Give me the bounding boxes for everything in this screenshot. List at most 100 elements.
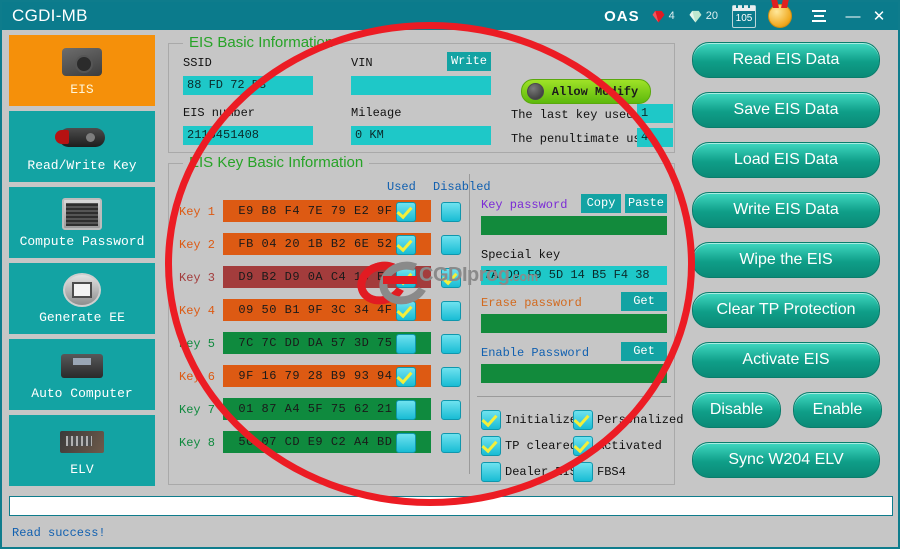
key-disabled-checkbox[interactable] xyxy=(441,400,461,420)
eis-basic-information-group: EIS Basic Information SSID 88 FD 72 D3 V… xyxy=(168,34,675,153)
wipe-the-eis-button[interactable]: Wipe the EIS xyxy=(692,242,880,278)
status-flag-checkbox[interactable] xyxy=(573,436,593,456)
paste-button[interactable]: Paste xyxy=(625,194,667,213)
key-disabled-checkbox[interactable] xyxy=(441,334,461,354)
status-flag-checkbox[interactable] xyxy=(573,410,593,430)
red-diamond-icon xyxy=(652,10,665,22)
key-disabled-checkbox[interactable] xyxy=(441,367,461,387)
key-disabled-checkbox[interactable] xyxy=(441,268,461,288)
used-column-header: Used xyxy=(387,180,416,194)
key-disabled-checkbox[interactable] xyxy=(441,235,461,255)
special-key-field[interactable]: 7A D9 F9 5D 14 B5 F4 38 xyxy=(481,266,667,285)
penultimate-used-field[interactable]: 4 xyxy=(637,128,673,147)
erase-password-get-button[interactable]: Get xyxy=(621,292,667,311)
erase-password-label: Erase password xyxy=(481,296,582,310)
key-row: Key 4 09 50 B1 9F 3C 34 4F 78 xyxy=(179,299,479,325)
disable-enable-row: Disable Enable xyxy=(692,392,892,428)
sidebar-item-eis[interactable]: EIS xyxy=(9,35,155,106)
penultimate-used-label: The penultimate used xyxy=(511,132,656,146)
hamburger-menu-icon[interactable] xyxy=(806,6,832,26)
save-eis-data-button[interactable]: Save EIS Data xyxy=(692,92,880,128)
calendar-ring-right xyxy=(748,3,750,8)
enable-password-field[interactable] xyxy=(481,364,667,383)
key-used-checkbox[interactable] xyxy=(396,202,416,222)
key-disabled-checkbox[interactable] xyxy=(441,202,461,222)
disabled-column-header: Disabled xyxy=(433,180,491,194)
key-used-checkbox[interactable] xyxy=(396,301,416,321)
status-flag-label: FBS4 xyxy=(597,465,626,479)
status-flag-checkbox[interactable] xyxy=(573,462,593,482)
sidebar-item-auto-computer[interactable]: Auto Computer xyxy=(9,339,155,410)
status-flag-label: Activated xyxy=(597,439,662,453)
key-used-checkbox[interactable] xyxy=(396,235,416,255)
status-flag-label: Dealer EIS xyxy=(505,465,578,479)
eis-module-icon xyxy=(62,45,102,79)
group-title: EIS Key Basic Information xyxy=(183,154,370,171)
car-key-icon xyxy=(55,121,105,155)
calendar-counter[interactable]: 105 xyxy=(732,3,756,28)
key-label: Key 2 xyxy=(179,238,216,252)
write-vin-button[interactable]: Write xyxy=(447,52,491,71)
medal-icon[interactable] xyxy=(768,4,792,28)
green-diamond-icon xyxy=(689,10,702,22)
key-disabled-checkbox[interactable] xyxy=(441,433,461,453)
status-message: Read success! xyxy=(12,526,106,540)
ssid-field[interactable]: 88 FD 72 D3 xyxy=(183,76,313,95)
green-gem-counter[interactable]: 20 xyxy=(689,10,718,23)
clear-tp-protection-button[interactable]: Clear TP Protection xyxy=(692,292,880,328)
read-eis-data-button[interactable]: Read EIS Data xyxy=(692,42,880,78)
sidebar-item-elv[interactable]: ELV xyxy=(9,415,155,486)
red-gem-counter[interactable]: 4 xyxy=(652,10,675,23)
status-flag-checkbox[interactable] xyxy=(481,462,501,482)
write-eis-data-button[interactable]: Write EIS Data xyxy=(692,192,880,228)
action-button-column: Read EIS Data Save EIS Data Load EIS Dat… xyxy=(692,42,892,492)
eis-number-label: EIS number xyxy=(183,106,256,120)
sidebar-item-read-write-key[interactable]: Read/Write Key xyxy=(9,111,155,182)
activate-eis-button[interactable]: Activate EIS xyxy=(692,342,880,378)
close-button[interactable]: ✕ xyxy=(866,7,892,25)
key-password-field[interactable] xyxy=(481,216,667,235)
last-key-used-field[interactable]: 1 xyxy=(637,104,673,123)
mileage-field[interactable]: 0 KM xyxy=(351,126,491,145)
status-flag-label: Personalized xyxy=(597,413,684,427)
key-used-checkbox[interactable] xyxy=(396,268,416,288)
allow-modify-label: Allow Modify xyxy=(551,84,639,99)
key-used-checkbox[interactable] xyxy=(396,400,416,420)
minimize-button[interactable]: — xyxy=(840,8,866,25)
eis-key-basic-information-group: EIS Key Basic Information Used Disabled … xyxy=(168,154,683,485)
key-label: Key 5 xyxy=(179,337,216,351)
vin-field[interactable] xyxy=(351,76,491,95)
key-row: Key 6 9F 16 79 28 B9 93 94 69 xyxy=(179,365,479,391)
allow-modify-led-icon xyxy=(527,83,544,100)
app-title: CGDI-MB xyxy=(12,6,88,25)
sidebar-item-compute-password[interactable]: Compute Password xyxy=(9,187,155,258)
disable-button[interactable]: Disable xyxy=(692,392,781,428)
title-bar: CGDI-MB OAS 4 20 105 — ✕ xyxy=(2,2,898,30)
key-row: Key 8 5C 07 CD E9 C2 A4 BD D7 xyxy=(179,431,479,457)
sidebar-item-label: EIS xyxy=(70,81,94,97)
key-used-checkbox[interactable] xyxy=(396,433,416,453)
key-used-checkbox[interactable] xyxy=(396,334,416,354)
key-used-checkbox[interactable] xyxy=(396,367,416,387)
load-eis-data-button[interactable]: Load EIS Data xyxy=(692,142,880,178)
status-flag-checkbox[interactable] xyxy=(481,410,501,430)
sidebar-item-generate-ee[interactable]: Generate EE xyxy=(9,263,155,334)
enable-button[interactable]: Enable xyxy=(793,392,882,428)
copy-button[interactable]: Copy xyxy=(581,194,621,213)
sync-w204-elv-button[interactable]: Sync W204 ELV xyxy=(692,442,880,478)
key-row: Key 5 7C 7C DD DA 57 3D 75 AD xyxy=(179,332,479,358)
calendar-ring-left xyxy=(736,3,738,8)
oas-label: OAS xyxy=(604,7,640,25)
calendar-ring-mid xyxy=(742,3,744,8)
erase-password-field[interactable] xyxy=(481,314,667,333)
key-row: Key 7 01 87 A4 5F 75 62 21 B1 xyxy=(179,398,479,424)
status-flag-checkbox[interactable] xyxy=(481,436,501,456)
key-row: Key 3 D9 B2 D9 0A C4 13 EF 6C xyxy=(179,266,479,292)
status-flag-label: TP cleared xyxy=(505,439,578,453)
enable-password-get-button[interactable]: Get xyxy=(621,342,667,361)
key-disabled-checkbox[interactable] xyxy=(441,301,461,321)
allow-modify-toggle[interactable]: Allow Modify xyxy=(521,79,651,104)
sidebar-item-label: Read/Write Key xyxy=(27,157,137,173)
eis-number-field[interactable]: 2115451408 xyxy=(183,126,313,145)
special-key-label: Special key xyxy=(481,248,561,262)
